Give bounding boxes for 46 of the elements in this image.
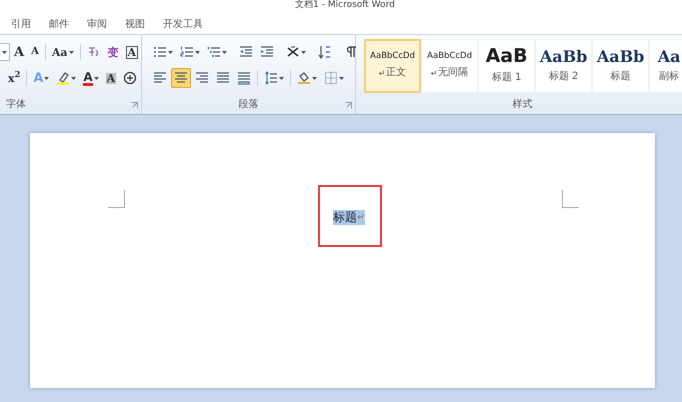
heading-text: 标题	[333, 210, 357, 225]
character-border-button[interactable]: A	[122, 42, 142, 62]
caret-icon	[2, 50, 7, 54]
margin-corner-mark	[562, 190, 579, 208]
group-label: 字体	[5, 98, 27, 112]
paint-bucket-icon	[297, 71, 312, 85]
ribbon-tab[interactable]: 引用	[2, 16, 40, 34]
paragraph-mark: ↵	[357, 212, 365, 222]
font-size-dropdown[interactable]	[0, 43, 10, 61]
highlighter-icon	[56, 71, 70, 85]
enclosed-character-icon	[123, 71, 138, 85]
line-spacing-icon	[264, 71, 278, 85]
shrink-font-button[interactable]: A	[28, 42, 42, 62]
style-gallery-item[interactable]: AaBbCcDd 正文	[364, 39, 422, 93]
margin-corner-mark	[108, 190, 125, 208]
justify-icon	[216, 71, 230, 85]
font-color-button[interactable]: A	[80, 68, 102, 88]
decrease-indent-icon	[239, 45, 254, 59]
ribbon-tab[interactable]: 视图	[116, 16, 154, 34]
character-shading-button[interactable]: A	[102, 68, 120, 88]
ribbon-tab[interactable]: 邮件	[40, 16, 78, 34]
sort-icon	[318, 45, 332, 59]
align-left-icon	[153, 71, 168, 85]
character-button[interactable]: 变	[104, 42, 122, 62]
distributed-icon	[237, 71, 252, 85]
style-gallery-item[interactable]: AaBb 标题	[592, 39, 650, 93]
paragraph-marks-icon	[344, 45, 358, 59]
align-center-icon	[174, 71, 188, 85]
style-gallery-item[interactable]: AaBbCcDd 无间隔	[421, 39, 478, 93]
align-right-icon	[195, 71, 210, 85]
grow-font-button[interactable]: A	[11, 42, 28, 62]
style-gallery-item[interactable]: Aa 副标	[649, 39, 682, 93]
group-label: 样式	[512, 98, 534, 112]
ribbon-tab[interactable]: 开发工具	[154, 16, 212, 34]
style-gallery-item[interactable]: AaB 标题 1	[478, 39, 536, 93]
borders-icon	[324, 71, 338, 85]
numbered-list-icon	[180, 45, 194, 59]
style-gallery-item[interactable]: AaBb 标题 2	[535, 39, 592, 93]
change-case-button[interactable]: Aa	[48, 42, 77, 62]
increase-indent-icon	[260, 45, 274, 59]
align-center-button[interactable]	[171, 68, 192, 88]
superscript-button[interactable]: x$^{2}$	[5, 68, 24, 88]
group-label: 段落	[238, 98, 260, 112]
multilevel-list-icon	[207, 45, 222, 59]
bullets-icon	[153, 45, 168, 59]
ribbon-tab[interactable]: 审阅	[78, 16, 116, 34]
